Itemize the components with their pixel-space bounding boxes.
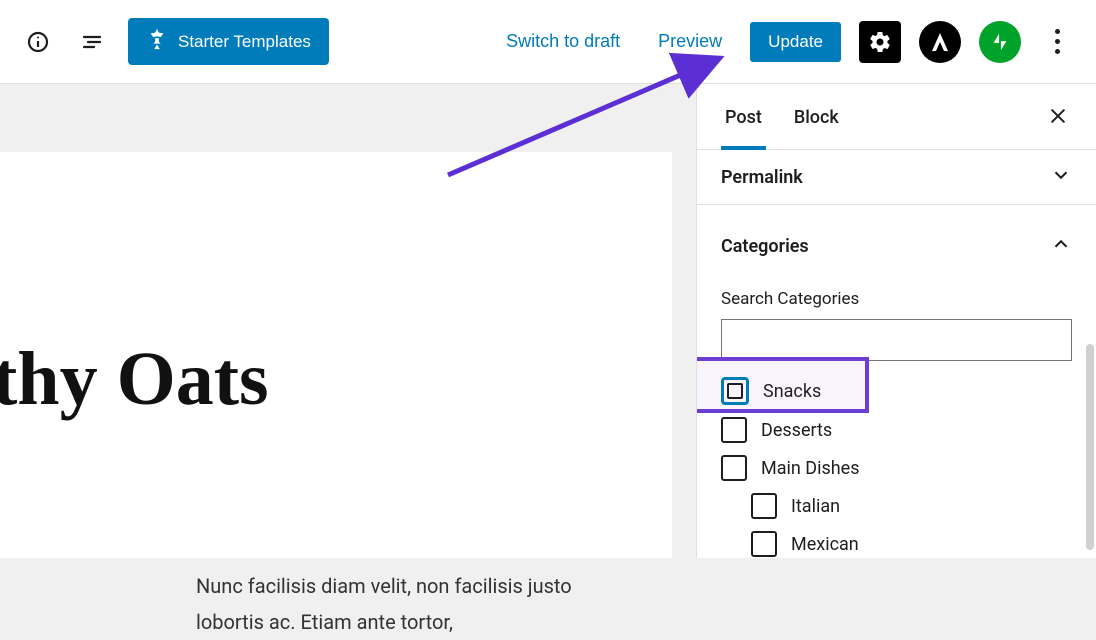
- top-toolbar: Starter Templates Switch to draft Previe…: [0, 0, 1096, 84]
- scrollbar[interactable]: [1086, 344, 1094, 550]
- close-sidebar-button[interactable]: [1044, 102, 1072, 136]
- post-title[interactable]: thy Oats: [0, 336, 269, 423]
- category-label: Desserts: [761, 420, 832, 441]
- category-item-desserts[interactable]: Desserts: [721, 411, 1072, 449]
- category-label: Snacks: [763, 381, 821, 402]
- starter-templates-button[interactable]: Starter Templates: [128, 18, 329, 65]
- chevron-down-icon: [1050, 164, 1072, 190]
- main-area: thy Oats Nunc facilisis diam velit, non …: [0, 84, 1096, 558]
- post-content-card: thy Oats Nunc facilisis diam velit, non …: [0, 152, 672, 558]
- checkbox-italian[interactable]: [751, 493, 777, 519]
- brainstorm-icon: [146, 28, 168, 55]
- category-item-italian[interactable]: Italian: [721, 487, 1072, 525]
- category-item-mexican[interactable]: Mexican: [721, 525, 1072, 558]
- category-item-main-dishes[interactable]: Main Dishes: [721, 449, 1072, 487]
- jetpack-icon[interactable]: [979, 21, 1021, 63]
- checkbox-desserts[interactable]: [721, 417, 747, 443]
- tab-post[interactable]: Post: [721, 89, 766, 150]
- category-label: Italian: [791, 496, 840, 517]
- categories-panel-body: Search Categories Snacks Desserts Main D…: [697, 273, 1096, 558]
- settings-sidebar: Post Block Permalink Categories Search C…: [696, 84, 1096, 558]
- starter-templates-label: Starter Templates: [178, 32, 311, 52]
- permalink-panel-header[interactable]: Permalink: [697, 150, 1096, 205]
- gear-icon: [868, 30, 892, 54]
- toolbar-left: Starter Templates: [20, 18, 329, 65]
- post-body[interactable]: Nunc facilisis diam velit, non facilisis…: [196, 568, 612, 640]
- tab-block[interactable]: Block: [790, 89, 843, 150]
- category-item-snacks[interactable]: Snacks: [721, 371, 1072, 411]
- update-button[interactable]: Update: [750, 22, 841, 62]
- search-categories-label: Search Categories: [721, 289, 1072, 309]
- categories-list: Snacks Desserts Main Dishes Italian Mexi…: [721, 361, 1072, 558]
- permalink-title: Permalink: [721, 167, 803, 188]
- search-categories-input[interactable]: [721, 319, 1072, 361]
- categories-title: Categories: [721, 236, 809, 257]
- sidebar-tabs: Post Block: [697, 84, 1096, 150]
- checkbox-mexican[interactable]: [751, 531, 777, 557]
- category-label: Main Dishes: [761, 458, 860, 479]
- checkbox-main-dishes[interactable]: [721, 455, 747, 481]
- more-options-button[interactable]: [1039, 23, 1076, 60]
- list-view-icon[interactable]: [74, 24, 110, 60]
- categories-panel-header[interactable]: Categories: [697, 205, 1096, 273]
- chevron-up-icon: [1050, 233, 1072, 259]
- preview-button[interactable]: Preview: [648, 25, 732, 58]
- astra-icon[interactable]: [919, 21, 961, 63]
- switch-to-draft-button[interactable]: Switch to draft: [496, 25, 630, 58]
- close-icon: [1048, 106, 1068, 126]
- info-icon[interactable]: [20, 24, 56, 60]
- editor-canvas: thy Oats Nunc facilisis diam velit, non …: [0, 84, 696, 558]
- settings-button[interactable]: [859, 21, 901, 63]
- category-label: Mexican: [791, 534, 859, 555]
- checkbox-snacks[interactable]: [721, 377, 749, 405]
